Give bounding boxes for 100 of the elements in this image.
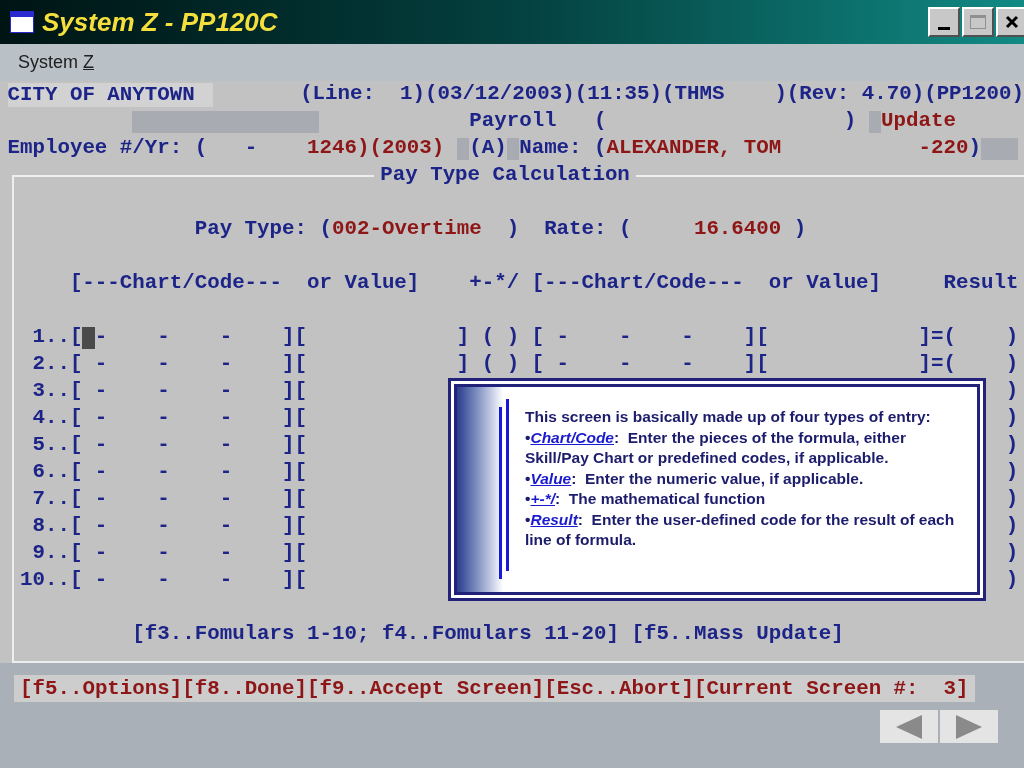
field-delimiter: - (157, 543, 170, 564)
field-delimiter: - (618, 354, 632, 375)
field-delimiter: - (94, 327, 108, 348)
field-delimiter: ) (1005, 435, 1019, 456)
field-delimiter: ][ (282, 570, 307, 591)
field-delimiter: - (219, 516, 233, 537)
field-delimiter: - (94, 543, 108, 564)
field-delimiter: - (157, 435, 170, 456)
term-link[interactable]: Value (530, 469, 572, 487)
row-label: 3..[ (32, 381, 83, 402)
field-delimiter: ) (1005, 381, 1019, 402)
field-delimiter: - (94, 516, 108, 537)
row-label: 1..[ (32, 327, 83, 348)
field-delimiter: - (157, 570, 170, 591)
row-label: 10..[ (19, 570, 83, 591)
field-delimiter: ) (1005, 543, 1019, 564)
field-delimiter: ] (456, 327, 470, 348)
status-bar: [f5..Options][f8..Done][f9..Accept Screen][Esc..Abort][Current Screen #: 3] (14, 675, 975, 702)
field-delimiter: - (157, 327, 170, 348)
window-title: System Z - PP120C (42, 5, 278, 39)
field-delimiter: ) (506, 354, 520, 375)
window-icon (10, 11, 34, 33)
row-label: 2..[ (32, 354, 83, 375)
separator-text: - (244, 138, 258, 159)
row-label: 6..[ (32, 462, 83, 483)
field-delimiter: ][ (282, 516, 307, 537)
field-delimiter: ) (1005, 462, 1019, 483)
employee-label: Employee #/Yr: ( (7, 138, 208, 159)
maximize-button[interactable] (962, 7, 994, 37)
field-delimiter: - (157, 516, 170, 537)
session-info: (Line: 1)(03/12/2003)(11:35)(THMS )(Rev: 4.70)(PP1200) (300, 84, 1024, 105)
term-link[interactable]: +-*/ (530, 490, 555, 507)
field-delimiter: ) (1005, 489, 1019, 510)
field-delimiter: ) (1005, 516, 1019, 537)
row-label: 7..[ (32, 489, 83, 510)
name-label: Name: ( (519, 138, 607, 159)
employee-name: ALEXANDER, TOM (606, 138, 782, 159)
field-delimiter: ( (481, 327, 495, 348)
field-delimiter: ][ (743, 327, 769, 348)
field-delimiter: - (219, 381, 233, 402)
field-delimiter: - (556, 354, 570, 375)
field-delimiter: ( (481, 354, 495, 375)
next-button[interactable] (940, 710, 998, 743)
field-delimiter: - (157, 489, 170, 510)
menu-item[interactable]: System Z (18, 49, 94, 76)
employee-code: -220 (918, 138, 969, 159)
field-delimiter: - (219, 462, 233, 483)
input-field[interactable] (506, 137, 520, 160)
field-delimiter: - (219, 435, 233, 456)
field-delimiter: - (94, 570, 108, 591)
employee-number: 1246)(2003) (307, 138, 445, 159)
column-header: Result (943, 273, 1019, 294)
term-link[interactable]: Chart/Code (530, 428, 614, 446)
minimize-button[interactable] (928, 7, 960, 37)
field-delimiter: - (157, 408, 170, 429)
paren-text: ( (594, 111, 607, 132)
field-delimiter: ][ (282, 381, 307, 402)
field-delimiter: ) (506, 327, 520, 348)
field-delimiter: - (94, 462, 108, 483)
right-triangle-icon (956, 714, 982, 739)
field-delimiter: ][ (282, 489, 307, 510)
field-delimiter: - (219, 570, 233, 591)
maximize-icon (970, 15, 986, 29)
field-delimiter: ]=( (918, 354, 956, 375)
field-delimiter: - (219, 543, 233, 564)
row-label: 5..[ (32, 435, 83, 456)
field-delimiter: - (219, 489, 233, 510)
minimize-icon (938, 27, 950, 30)
field-delimiter: - (618, 327, 632, 348)
input-field[interactable] (980, 137, 1019, 160)
field-delimiter: [ (531, 354, 545, 375)
column-header: [---Chart/Code--- or Value] (69, 273, 420, 294)
field-delimiter: - (94, 489, 108, 510)
field-delimiter: - (219, 354, 233, 375)
status-code: (A) (469, 138, 507, 159)
module-name: Payroll (469, 111, 557, 132)
field-delimiter: ][ (282, 408, 307, 429)
input-field[interactable] (132, 110, 320, 133)
paren-text: ) (968, 138, 981, 159)
previous-button[interactable] (880, 710, 938, 743)
section-title: Pay Type Calculation (374, 165, 637, 186)
field-delimiter: ) (1005, 327, 1019, 348)
input-field[interactable] (456, 137, 470, 160)
field-delimiter: ]=( (918, 327, 956, 348)
field-delimiter: - (157, 354, 170, 375)
close-button[interactable] (996, 7, 1024, 37)
row-label: 4..[ (32, 408, 83, 429)
mode-label: Update (881, 111, 956, 132)
callout-bullet: •Value: Enter the numeric value, if applicable. (525, 468, 865, 489)
field-delimiter: - (94, 354, 108, 375)
function-key-hint: [f3..Fomulars 1-10; f4..Fomulars 11-20] [f5..Mass Update] (132, 624, 844, 645)
field-delimiter: - (157, 462, 170, 483)
field-delimiter: ) (1005, 354, 1019, 375)
row-label: 9..[ (32, 543, 83, 564)
column-header: [---Chart/Code--- or Value] (531, 273, 882, 294)
input-field[interactable] (868, 110, 882, 133)
paren-text: ) (793, 219, 807, 240)
term-link[interactable]: Result (530, 510, 578, 528)
field-delimiter: - (94, 435, 108, 456)
field-delimiter: - (556, 327, 570, 348)
